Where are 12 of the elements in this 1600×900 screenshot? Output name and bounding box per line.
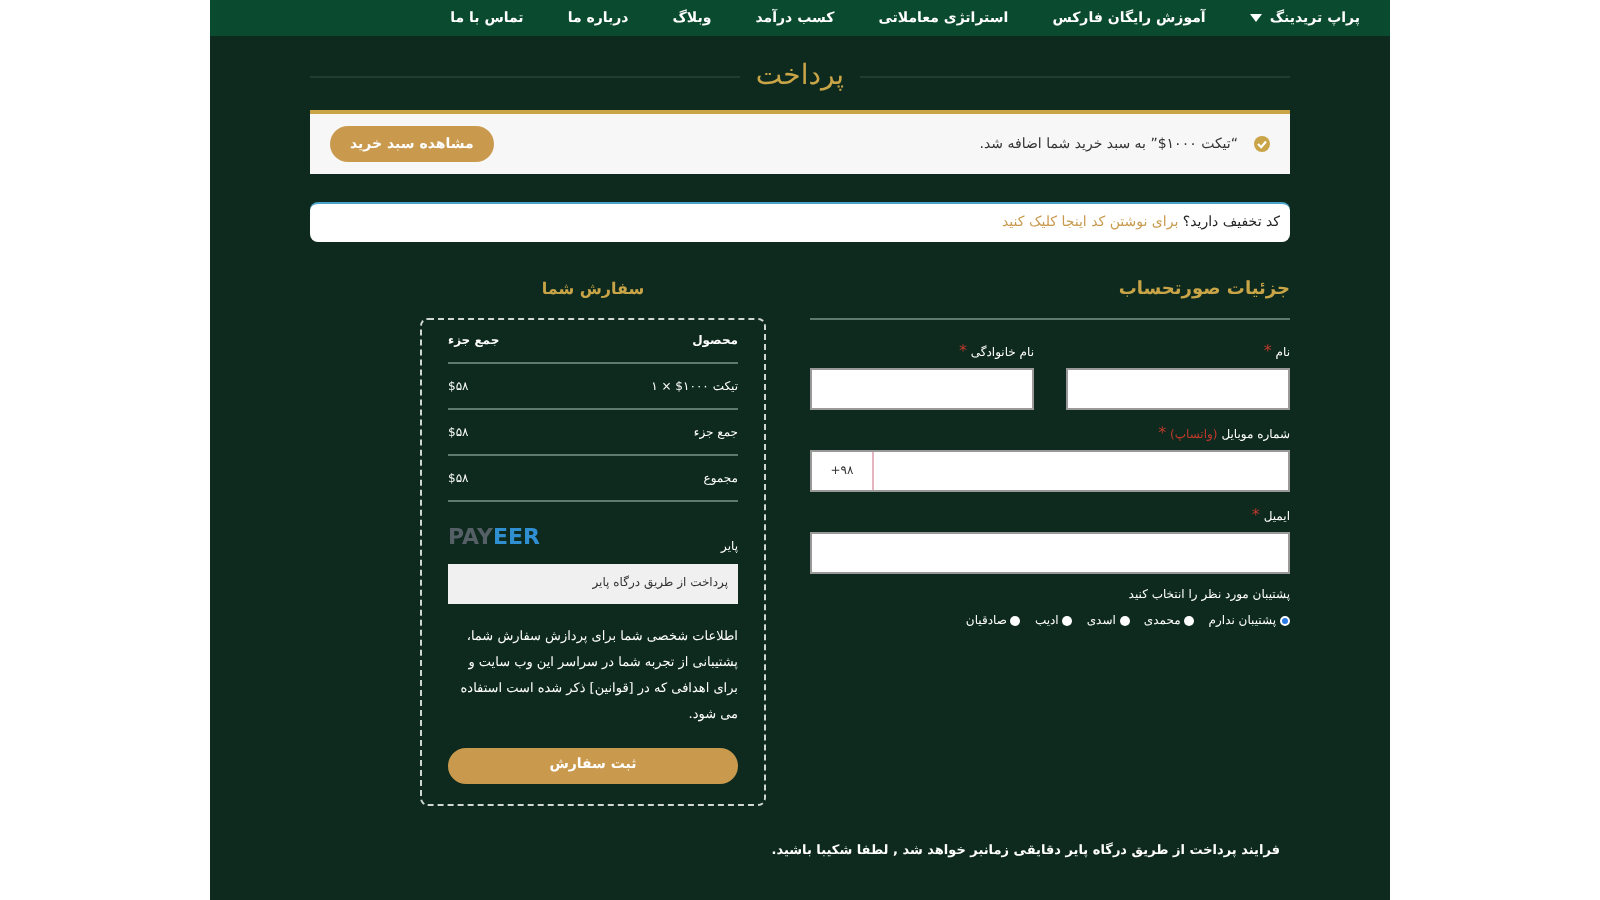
- required-mark: *: [1158, 423, 1167, 441]
- payeer-logo: PAYEER: [448, 522, 540, 554]
- input-field[interactable]: [810, 367, 1034, 409]
- order-title: سفارش شما: [539, 278, 647, 302]
- required-mark: *: [1263, 341, 1272, 359]
- input-field[interactable]: [810, 531, 1290, 573]
- required-mark: *: [958, 341, 967, 359]
- required-mark: *: [1251, 505, 1260, 523]
- check-circle-icon: [1254, 136, 1270, 152]
- page-title: پرداخت: [755, 57, 845, 95]
- input-field[interactable]: [1066, 367, 1290, 409]
- billing-title: جزئیات صورتحساب: [810, 278, 1290, 319]
